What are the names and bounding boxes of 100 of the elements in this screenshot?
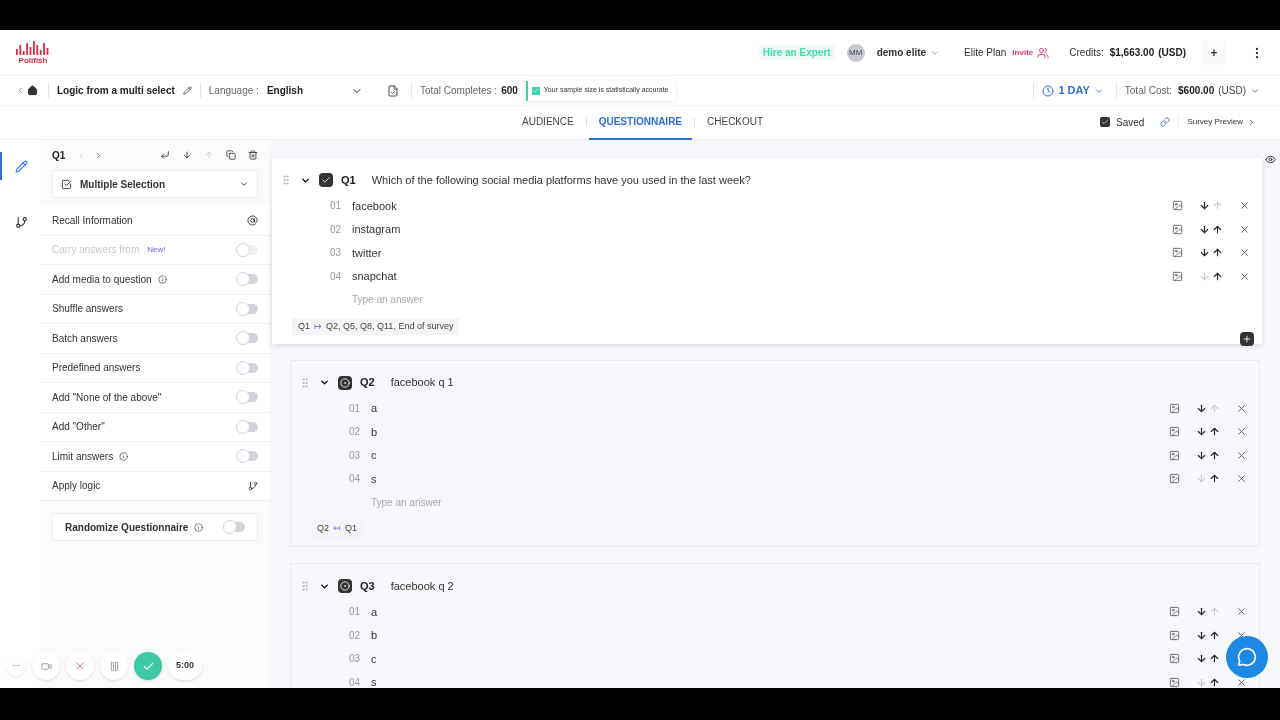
image-icon[interactable] [1172,247,1183,259]
link-icon[interactable] [1160,117,1171,127]
delete-icon[interactable] [1239,247,1250,259]
duplicate-icon[interactable] [226,150,236,160]
move-up-icon[interactable] [1209,473,1220,485]
invite-link[interactable]: Invite [1012,46,1034,59]
toggle-switch[interactable] [238,362,258,373]
image-icon[interactable] [1169,426,1180,438]
video-camera-icon [40,660,52,672]
move-down-icon[interactable] [1196,653,1207,665]
collapse-caret-icon[interactable] [319,377,330,388]
info-icon[interactable] [119,451,129,461]
info-icon[interactable] [194,522,204,532]
option-label: Recall Information [52,213,133,228]
delete-icon[interactable] [1236,676,1247,688]
move-down-icon[interactable] [1196,606,1207,618]
move-down-icon[interactable] [1199,223,1210,235]
answer-input[interactable]: Type an answer [352,292,512,308]
toggle-switch[interactable] [238,333,258,344]
toggle-switch[interactable] [238,421,258,432]
step-tab[interactable]: CHECKOUT [697,104,774,140]
question-number: Q3 [360,578,375,594]
user-name[interactable]: demo elite [876,45,927,60]
answer-number: 01 [349,605,362,620]
move-up-icon[interactable] [1209,629,1220,641]
delete-icon[interactable] [1236,449,1247,461]
move-down-icon[interactable] [1196,402,1207,414]
edit-icon[interactable] [182,86,192,95]
move-up-icon[interactable] [1209,653,1220,665]
delete-icon[interactable] [1236,606,1247,618]
answer-number: 03 [349,448,362,463]
move-up-icon[interactable] [1212,270,1223,282]
option-label: Apply logic [52,479,101,494]
credits-label: Credits: [1069,46,1104,60]
image-icon[interactable] [1169,449,1180,461]
move-up-icon[interactable] [1209,426,1220,438]
language-select[interactable]: English [266,83,363,98]
image-icon[interactable] [1169,653,1180,665]
document-check-icon[interactable] [386,84,399,97]
answer-number: 02 [349,628,362,643]
answer-number: 02 [349,425,362,440]
info-icon[interactable] [157,274,167,284]
checkbox-icon [319,173,333,187]
image-icon[interactable] [1172,200,1183,212]
at-sign-icon[interactable] [247,214,258,226]
move-up-icon[interactable] [1212,247,1223,259]
eye-icon[interactable] [1265,154,1276,165]
drag-handle-icon[interactable] [299,580,311,592]
delete-icon[interactable] [1236,473,1247,485]
image-icon[interactable] [1172,223,1183,235]
delete-icon[interactable] [1239,200,1250,212]
move-down-icon[interactable] [1196,629,1207,641]
user-avatar[interactable]: MM [846,43,865,62]
image-icon[interactable] [1172,270,1183,282]
toggle-switch[interactable] [238,303,258,314]
close-icon [74,660,86,672]
add-question-button[interactable] [1240,332,1254,346]
question-text: facebook q 2 [390,578,454,594]
trash-icon[interactable] [248,150,258,160]
logic-summary[interactable]: Q1 ↦ Q2, Q5, Q8, Q11, End of survey [292,317,460,335]
duration-select[interactable]: 1 DAY [1033,82,1104,99]
move-up-icon[interactable] [1212,223,1223,235]
image-icon[interactable] [1169,606,1180,618]
home-icon[interactable] [27,85,38,96]
delete-icon[interactable] [1239,270,1250,282]
logic-summary[interactable]: Q2 ↤ Q1 [311,520,364,538]
answer-input[interactable]: Type an answer [371,494,531,510]
move-down-icon[interactable] [1196,426,1207,438]
radio-icon [338,375,352,390]
move-down-icon[interactable] [1199,247,1210,259]
logic-icon[interactable] [248,480,258,491]
drag-handle-icon[interactable] [299,376,311,389]
image-icon[interactable] [1169,676,1180,688]
move-down-icon[interactable] [182,150,192,160]
move-down-icon[interactable] [1199,200,1210,212]
move-up-icon[interactable] [1209,676,1220,688]
image-icon[interactable] [1169,629,1180,641]
option-label: Add "None of the above" [52,390,162,405]
answer-text: s [371,471,378,487]
survey-preview-button[interactable]: Survey Preview [1178,116,1256,128]
step-tab[interactable]: AUDIENCE [512,104,584,140]
image-icon[interactable] [1169,473,1180,485]
more-button[interactable]: ··· [6,656,26,676]
toggle-switch[interactable] [238,274,258,285]
back-icon[interactable] [16,86,25,95]
toggle-switch[interactable] [238,451,258,462]
invite-people-icon[interactable] [1037,46,1050,59]
drag-handle-icon[interactable] [280,174,292,186]
add-credits-button[interactable]: + [1202,40,1226,65]
delete-icon[interactable] [1239,223,1250,235]
delete-icon[interactable] [1236,402,1247,414]
logo[interactable]: Pollfish [16,38,50,67]
move-down-icon[interactable] [1196,449,1207,461]
toggle-switch[interactable] [225,522,245,532]
move-up-icon[interactable] [1209,449,1220,461]
delete-icon[interactable] [1236,426,1247,438]
image-icon[interactable] [1169,402,1180,414]
move-icon[interactable] [160,150,170,160]
question-type-select[interactable]: Multiple Selection [52,170,258,198]
toggle-switch[interactable] [238,392,258,403]
